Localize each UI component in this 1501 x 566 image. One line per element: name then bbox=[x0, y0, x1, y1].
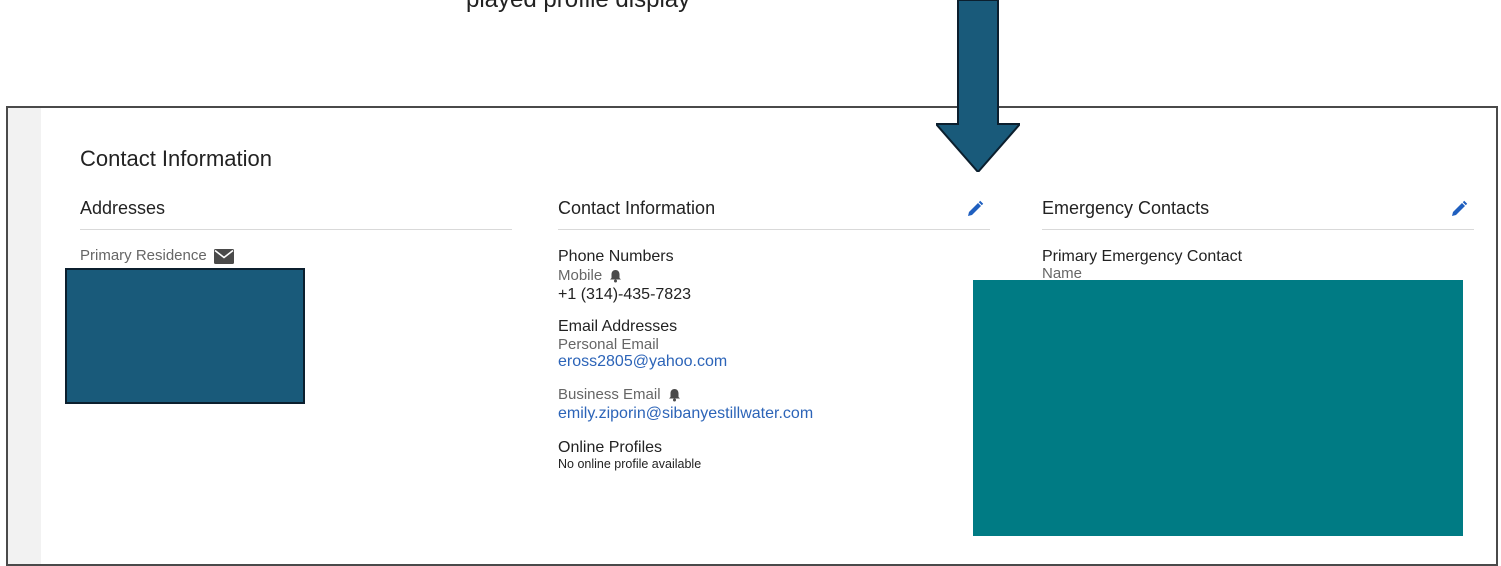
emergency-edit-button[interactable] bbox=[1450, 200, 1468, 218]
envelope-icon[interactable] bbox=[213, 248, 234, 264]
business-email-label: Business Email bbox=[558, 386, 661, 403]
contact-title: Contact Information bbox=[558, 198, 716, 218]
contact-edit-button[interactable] bbox=[966, 200, 984, 218]
addresses-title: Addresses bbox=[80, 198, 166, 218]
phone-type-label: Mobile bbox=[558, 267, 603, 284]
phone-value: +1 (314)-435-7823 bbox=[558, 286, 691, 303]
addresses-header: Addresses bbox=[80, 188, 512, 230]
emergency-redaction-box bbox=[973, 280, 1463, 536]
primary-residence-label: Primary Residence bbox=[80, 247, 207, 264]
personal-email-link[interactable]: eross2805@yahoo.com bbox=[558, 353, 727, 370]
primary-emergency-contact-title: Primary Emergency Contact bbox=[1042, 248, 1243, 265]
left-rail bbox=[8, 108, 41, 564]
online-profiles-empty: No online profile available bbox=[558, 457, 702, 471]
page-title: Contact Information bbox=[80, 146, 272, 171]
emergency-section: Emergency Contacts Primary Emergency Con… bbox=[1042, 188, 1474, 282]
addresses-section: Addresses Primary Residence bbox=[80, 188, 512, 266]
pencil-icon bbox=[1452, 200, 1468, 216]
phone-type-row: Mobile bbox=[558, 266, 990, 286]
address-redaction-box bbox=[65, 268, 305, 404]
phone-numbers-title: Phone Numbers bbox=[558, 248, 674, 265]
contact-header: Contact Information bbox=[558, 188, 990, 230]
online-profiles-title: Online Profiles bbox=[558, 439, 663, 456]
primary-residence-row: Primary Residence bbox=[80, 246, 512, 266]
bell-icon bbox=[609, 269, 622, 283]
profile-panel: Contact Information Addresses Primary Re… bbox=[6, 106, 1498, 566]
caption-text: played profile display bbox=[466, 0, 690, 14]
emergency-title: Emergency Contacts bbox=[1042, 198, 1210, 218]
bell-icon bbox=[668, 388, 681, 402]
personal-email-label: Personal Email bbox=[558, 336, 659, 353]
emergency-header: Emergency Contacts bbox=[1042, 188, 1474, 230]
down-arrow-annotation bbox=[936, 0, 1020, 172]
business-email-row: Business Email bbox=[558, 385, 990, 405]
contact-section: Contact Information Phone Numbers Mobile bbox=[558, 188, 990, 471]
pencil-icon bbox=[968, 200, 984, 216]
email-addresses-title: Email Addresses bbox=[558, 318, 678, 335]
business-email-link[interactable]: emily.ziporin@sibanyestillwater.com bbox=[558, 405, 813, 422]
